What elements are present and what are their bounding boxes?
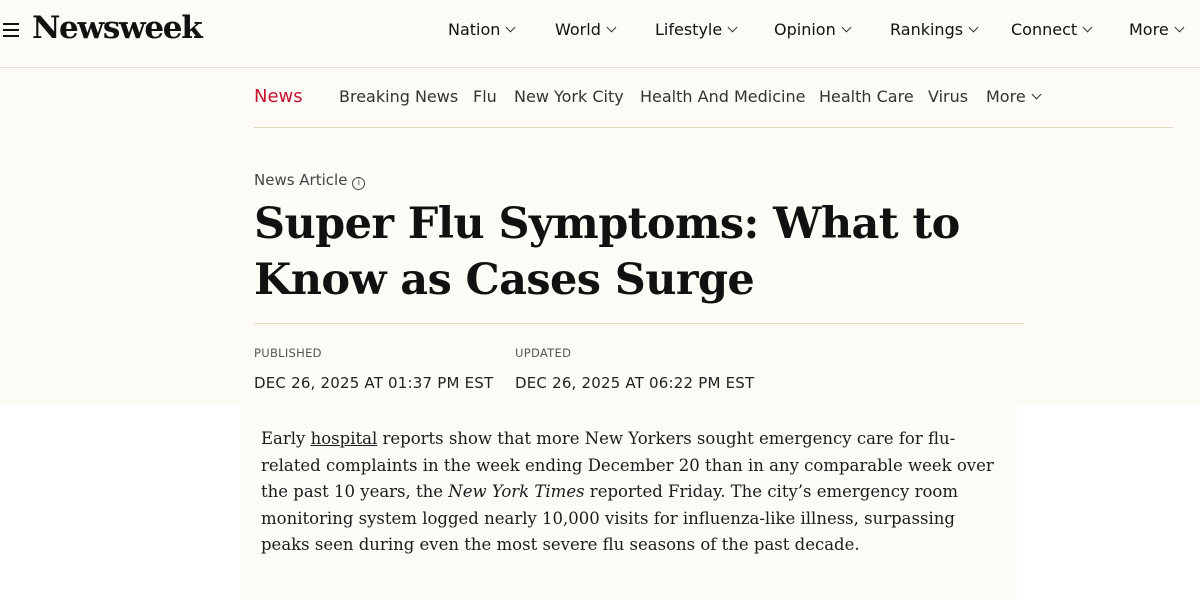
nav-item-label: Lifestyle — [655, 20, 723, 39]
paragraph-text: Early — [261, 429, 311, 448]
site-logo[interactable]: Newsweek — [32, 10, 203, 46]
published-date: DEC 26, 2025 AT 01:37 PM EST — [254, 374, 494, 392]
chevron-down-icon — [1174, 22, 1185, 33]
chevron-down-icon — [606, 22, 617, 33]
subnav-item-more[interactable]: More — [986, 87, 1042, 106]
publication-name: New York Times — [448, 482, 585, 501]
page-title: Super Flu Symptoms: What to Know as Case… — [254, 199, 960, 305]
nav-item-rankings[interactable]: Rankings — [890, 20, 979, 39]
chevron-down-icon — [1031, 89, 1042, 100]
updated-label: UPDATED — [515, 346, 572, 360]
divider — [254, 127, 1173, 128]
nav-item-label: World — [555, 20, 601, 39]
chevron-down-icon — [727, 22, 738, 33]
hospital-link[interactable]: hospital — [311, 429, 378, 448]
chevron-down-icon — [968, 22, 979, 33]
article-type-label: News Article i — [254, 171, 366, 190]
article-paragraph: Early hospital reports show that more Ne… — [261, 426, 1006, 559]
nav-item-nation[interactable]: Nation — [448, 20, 516, 39]
nav-item-opinion[interactable]: Opinion — [774, 20, 852, 39]
nav-item-lifestyle[interactable]: Lifestyle — [655, 20, 738, 39]
nav-item-label: Opinion — [774, 20, 836, 39]
subnav-item-health-care[interactable]: Health Care — [819, 87, 914, 106]
nav-item-label: Rankings — [890, 20, 964, 39]
site-header: Newsweek Nation World Lifestyle Opinion … — [0, 0, 1200, 68]
nav-item-more[interactable]: More — [1129, 20, 1185, 39]
article-type-text: News Article — [254, 171, 348, 189]
published-label: PUBLISHED — [254, 346, 322, 360]
subnav-item-label: More — [986, 87, 1026, 106]
subnav-item-breaking-news[interactable]: Breaking News — [339, 87, 458, 106]
subnav-item-new-york-city[interactable]: New York City — [514, 87, 624, 106]
subnav-item-health-and-medicine[interactable]: Health And Medicine — [640, 87, 805, 106]
menu-icon[interactable] — [3, 23, 19, 38]
article-body: Early hospital reports show that more Ne… — [240, 405, 1017, 600]
nav-item-connect[interactable]: Connect — [1011, 20, 1093, 39]
subnav-item-flu[interactable]: Flu — [473, 87, 497, 106]
nav-item-label: More — [1129, 20, 1169, 39]
nav-item-label: Connect — [1011, 20, 1078, 39]
nav-item-label: Nation — [448, 20, 501, 39]
chevron-down-icon — [505, 22, 516, 33]
chevron-down-icon — [1082, 22, 1093, 33]
divider — [254, 323, 1024, 324]
subnav-item-virus[interactable]: Virus — [928, 87, 968, 106]
chevron-down-icon — [841, 22, 852, 33]
subnav-item-news[interactable]: News — [254, 86, 303, 107]
updated-date: DEC 26, 2025 AT 06:22 PM EST — [515, 374, 755, 392]
nav-item-world[interactable]: World — [555, 20, 617, 39]
info-icon[interactable]: i — [352, 177, 366, 190]
